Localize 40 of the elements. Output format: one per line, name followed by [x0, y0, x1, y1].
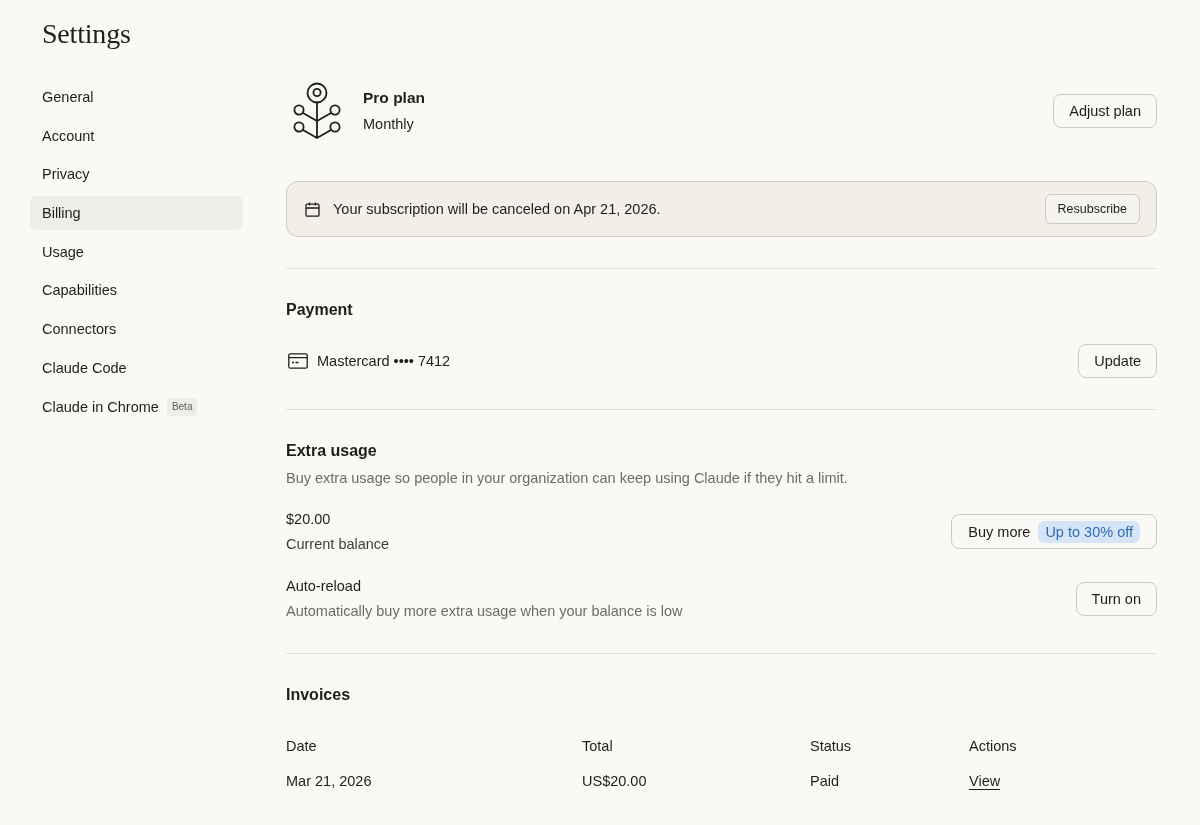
section-description: Buy extra usage so people in your organization can keep using Claude if they hit a limit.	[286, 469, 849, 488]
tree-icon	[292, 82, 342, 140]
sidebar-item[interactable]: Capabilities	[30, 273, 243, 308]
update-button[interactable]: Update	[1078, 344, 1157, 378]
column-header: Total	[582, 737, 613, 756]
sidebar-item[interactable]: Billing	[30, 196, 243, 231]
sidebar-item[interactable]: Privacy	[30, 157, 243, 192]
section-heading: Invoices	[286, 685, 352, 705]
sidebar-item[interactable]: Claude in Chrome Beta	[30, 389, 243, 424]
section-heading: Extra usage	[286, 441, 378, 461]
beta-tag: Beta	[166, 397, 198, 416]
sidebar-item[interactable]: Account	[30, 118, 243, 153]
card-number: Mastercard •••• 7412	[317, 353, 452, 369]
turn-on-button[interactable]: Turn on	[1075, 581, 1157, 616]
sidebar-item[interactable]: Usage	[30, 234, 243, 269]
sidebar-item[interactable]: Connectors	[30, 312, 243, 347]
sidebar-item[interactable]: Claude Code	[30, 350, 243, 385]
column-header: Actions	[969, 737, 1017, 756]
table-cell-text: Mar 21, 2026	[286, 772, 372, 791]
buy-more-button[interactable]: Buy more Up to 30% off	[951, 514, 1157, 549]
adjust-plan-button[interactable]: Adjust plan	[1053, 94, 1157, 128]
table-cell-text: US$20.00	[582, 772, 647, 791]
page-title: Settings	[42, 17, 132, 51]
table-cell-text: Paid	[810, 772, 840, 791]
discount-badge: Up to 30% off	[1038, 520, 1140, 543]
balance-amount: $20.00	[286, 510, 332, 529]
notice-text: Your subscription will be canceled on Apr 21, 2026.	[333, 201, 662, 217]
column-header: Date	[286, 737, 317, 756]
plan-period: Monthly	[363, 115, 415, 134]
column-header: Status	[810, 737, 852, 756]
sidebar-item[interactable]: General	[30, 80, 243, 114]
balance-label: Current balance	[286, 535, 391, 554]
resubscribe-button[interactable]: Resubscribe	[1044, 194, 1140, 224]
calendar-icon	[305, 201, 320, 217]
credit-card-icon	[288, 353, 308, 369]
view-link[interactable]: View	[969, 773, 1001, 789]
plan-name: Pro plan	[363, 88, 426, 108]
section-heading: Payment	[286, 300, 354, 320]
setting-description: Automatically buy more extra usage when your balance is low	[286, 602, 684, 621]
setting-label: Auto-reload	[286, 577, 362, 596]
